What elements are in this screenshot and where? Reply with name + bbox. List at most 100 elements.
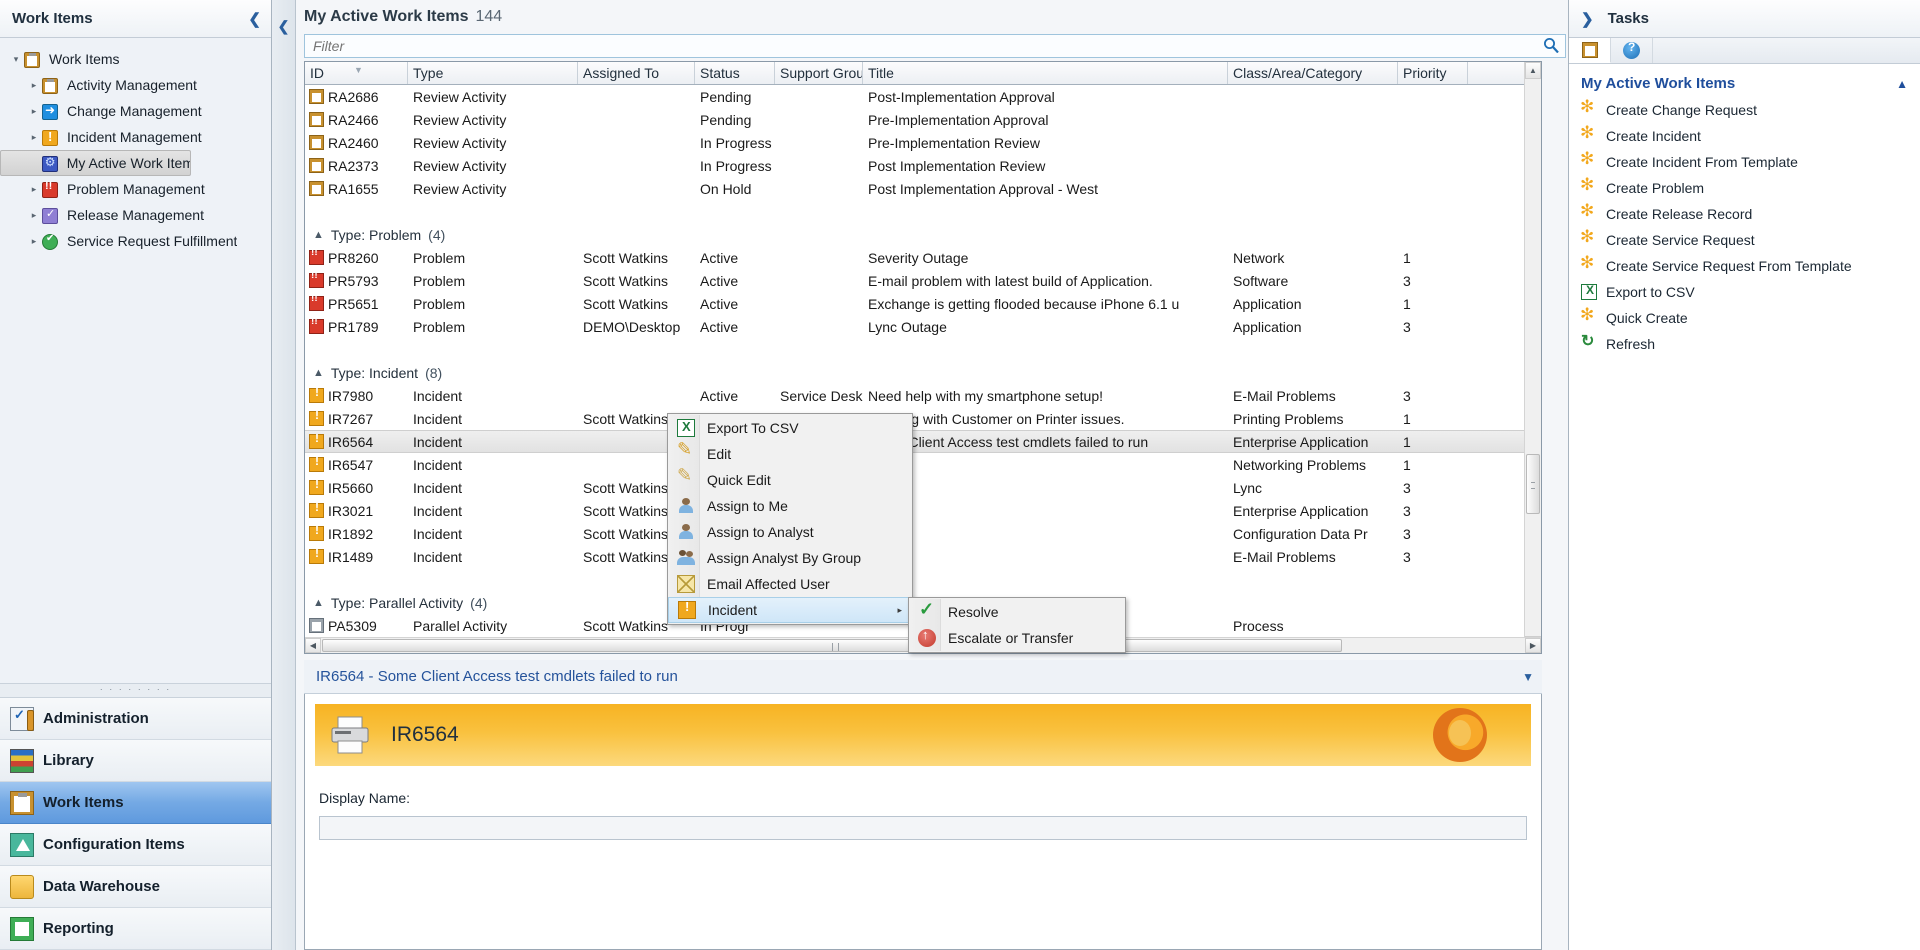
group-collapse-icon[interactable]: ▲ — [313, 597, 324, 609]
pane-splitter[interactable]: · · · · · · · · — [0, 683, 271, 697]
menu-item-incident[interactable]: Incident ▸ — [668, 597, 912, 623]
expander-icon[interactable]: ▸ — [26, 184, 42, 195]
table-row[interactable]: IR7267IncidentScott WatkinsActiveDesktop… — [305, 407, 1541, 430]
chevron-up-icon[interactable]: ▲ — [1896, 77, 1908, 91]
table-row[interactable]: RA2466 Review Activity Pending Pre-Implemen… — [305, 108, 1541, 131]
tree-item-incident-management[interactable]: ▸ Incident Management — [0, 124, 271, 150]
expander-icon[interactable]: ▸ — [26, 80, 42, 91]
menu-item-resolve[interactable]: Resolve — [909, 599, 1125, 625]
table-row[interactable]: PR1789 Problem DEMO\Desktop Active Lync Outa… — [305, 315, 1541, 338]
column-header-label: Priority — [1403, 65, 1447, 81]
table-row[interactable]: IR1489IncidentScott WatkinsActiveointE-M… — [305, 545, 1541, 568]
expander-icon[interactable]: ▸ — [26, 132, 42, 143]
sunburst-icon — [1580, 227, 1597, 248]
scroll-thumb[interactable] — [1526, 454, 1540, 514]
group-header[interactable]: ▲ Type: Incident (8) — [305, 361, 1541, 384]
menu-item-assign-to-me[interactable]: Assign to Me — [668, 493, 912, 519]
table-row[interactable]: IR7980 Incident Active Service Desk Need hel… — [305, 384, 1541, 407]
chevron-right-icon[interactable]: ❯ — [1581, 10, 1594, 28]
column-header-support-group[interactable]: Support Group — [775, 62, 863, 84]
group-collapse-icon[interactable]: ▲ — [313, 367, 324, 379]
table-row[interactable]: PR5651 Problem Scott Watkins Active Exchange… — [305, 292, 1541, 315]
tree-item-my-active-work-items[interactable]: My Active Work Items — [0, 150, 191, 176]
tab-help[interactable] — [1611, 38, 1653, 63]
help-tab-icon — [1623, 40, 1640, 59]
tree-item-problem-management[interactable]: ▸ Problem Management — [0, 176, 271, 202]
task-item-create-incident[interactable]: Create Incident — [1569, 123, 1920, 149]
table-row[interactable]: RA2460 Review Activity In Progress Pre-Impl… — [305, 131, 1541, 154]
group-collapse-icon[interactable]: ▲ — [313, 229, 324, 241]
task-item-create-change-request[interactable]: Create Change Request — [1569, 97, 1920, 123]
expander-icon[interactable]: ▸ — [26, 106, 42, 117]
task-item-refresh[interactable]: Refresh — [1569, 331, 1920, 357]
expander-icon[interactable]: ▸ — [26, 210, 42, 221]
scroll-up-arrow[interactable]: ▲ — [1525, 62, 1541, 79]
task-item-quick-create[interactable]: Quick Create — [1569, 305, 1920, 331]
cell-title: Working with Customer on Printer issues. — [868, 410, 1125, 427]
table-row[interactable]: IR5660IncidentScott WatkinsActiveLync3 — [305, 476, 1541, 499]
tree-item-activity-management[interactable]: ▸ Activity Management — [0, 72, 271, 98]
expander-icon[interactable]: ▾ — [8, 54, 24, 65]
task-item-create-incident-from-template[interactable]: Create Incident From Template — [1569, 149, 1920, 175]
column-header-status[interactable]: Status — [695, 62, 775, 84]
task-item-create-problem[interactable]: Create Problem — [1569, 175, 1920, 201]
expander-icon[interactable]: ▸ — [26, 236, 42, 247]
table-row[interactable]: IR3021IncidentScott WatkinsActiveEnterpr… — [305, 499, 1541, 522]
table-row[interactable]: RA1655 Review Activity On Hold Post Impleme… — [305, 177, 1541, 200]
cell-class-area-category: Network — [1233, 249, 1285, 266]
task-item-export-to-csv[interactable]: Export to CSV — [1569, 279, 1920, 305]
table-row[interactable]: IR6564IncidentActiveService DeskSome Cli… — [305, 430, 1541, 453]
center-collapse-button[interactable]: ❮ — [272, 0, 296, 950]
table-row[interactable]: PR5793 Problem Scott Watkins Active E-mail p… — [305, 269, 1541, 292]
wunderbar-item-work-items[interactable]: Work Items — [0, 782, 271, 824]
tree-item-service-request-fulfillment[interactable]: ▸ Service Request Fulfillment — [0, 228, 271, 254]
group-header[interactable]: ▲ Type: Problem (4) — [305, 223, 1541, 246]
grid-vertical-scrollbar[interactable]: ▲ ▼ — [1524, 62, 1541, 653]
display-name-field[interactable] — [319, 816, 1527, 840]
table-row[interactable]: IR1892IncidentScott WatkinsActiverinterC… — [305, 522, 1541, 545]
menu-item-assign-analyst-by-group[interactable]: Assign Analyst By Group — [668, 545, 912, 571]
filter-bar[interactable] — [304, 34, 1566, 58]
tasks-group-header[interactable]: My Active Work Items ▲ — [1569, 72, 1920, 97]
column-header-type[interactable]: Type — [408, 62, 578, 84]
scroll-left-arrow[interactable]: ◀ — [305, 638, 321, 653]
chevron-down-icon[interactable]: ▼ — [1522, 670, 1534, 684]
detail-pane: IR6564 - Some Client Access test cmdlets… — [304, 660, 1542, 950]
task-item-create-release-record[interactable]: Create Release Record — [1569, 201, 1920, 227]
tree-item-change-management[interactable]: ▸ Change Management — [0, 98, 271, 124]
tree-item-work-items[interactable]: ▾ Work Items — [0, 46, 271, 72]
task-item-create-service-request[interactable]: Create Service Request — [1569, 227, 1920, 253]
cell-id: IR6547 — [328, 456, 374, 473]
scroll-right-arrow[interactable]: ▶ — [1525, 638, 1541, 653]
hscroll-thumb[interactable] — [322, 639, 1342, 652]
column-header-assigned-to[interactable]: Assigned To — [578, 62, 695, 84]
chevron-left-icon[interactable]: ❮ — [248, 10, 261, 28]
table-row[interactable]: IR6547IncidentActiveNetworking Problems1 — [305, 453, 1541, 476]
wunderbar-item-configuration-items[interactable]: Configuration Items — [0, 824, 271, 866]
task-item-create-service-request-from-template[interactable]: Create Service Request From Template — [1569, 253, 1920, 279]
menu-item-escalate-or-transfer[interactable]: Escalate or Transfer — [909, 625, 1125, 651]
tree-item-release-management[interactable]: ▸ Release Management — [0, 202, 271, 228]
table-row[interactable]: RA2686 Review Activity Pending Post-Impleme… — [305, 85, 1541, 108]
search-input[interactable] — [305, 38, 1565, 54]
tab-tasks[interactable] — [1569, 38, 1611, 63]
menu-item-export-to-csv[interactable]: Export To CSV — [668, 415, 912, 441]
table-row[interactable]: RA2373 Review Activity In Progress Post Imp… — [305, 154, 1541, 177]
wunderbar-item-reporting[interactable]: Reporting — [0, 908, 271, 950]
wunderbar-item-library[interactable]: Library — [0, 740, 271, 782]
cell-title: Need help with my smartphone setup! — [868, 387, 1104, 404]
column-header-class-area-category[interactable]: Class/Area/Category — [1228, 62, 1398, 84]
sunburst-icon — [1580, 123, 1597, 144]
table-row[interactable]: PR8260 Problem Scott Watkins Active Severity… — [305, 246, 1541, 269]
wunderbar-item-administration[interactable]: Administration — [0, 698, 271, 740]
wunderbar-item-data-warehouse[interactable]: Data Warehouse — [0, 866, 271, 908]
column-header-id[interactable]: ▼ ID — [305, 62, 408, 84]
cell-id: PR5651 — [328, 295, 379, 312]
menu-item-quick-edit[interactable]: Quick Edit — [668, 465, 912, 493]
menu-item-email-affected-user[interactable]: Email Affected User — [668, 571, 912, 597]
search-icon[interactable] — [1543, 37, 1559, 54]
column-header-title[interactable]: Title — [863, 62, 1228, 84]
menu-item-assign-to-analyst[interactable]: Assign to Analyst — [668, 519, 912, 545]
menu-item-edit[interactable]: Edit — [668, 439, 912, 467]
column-header-priority[interactable]: Priority — [1398, 62, 1468, 84]
